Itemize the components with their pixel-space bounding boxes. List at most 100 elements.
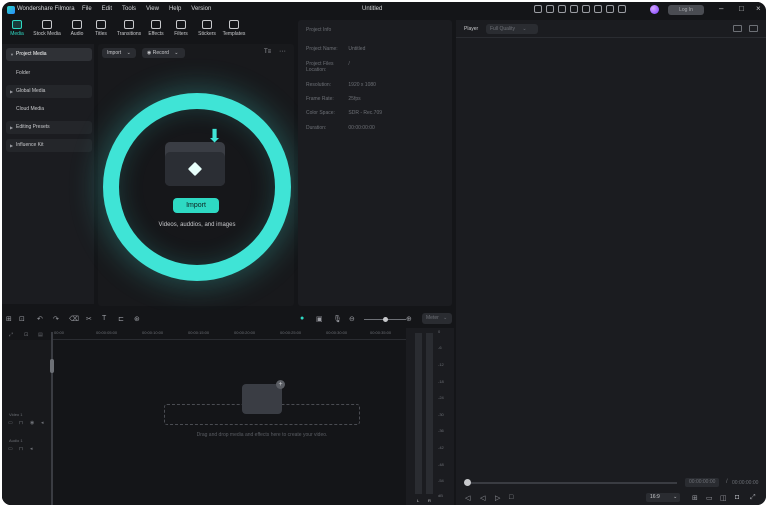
meter-dropdown[interactable]: Meter ⌄: [422, 313, 452, 324]
scrubber-handle[interactable]: [464, 479, 471, 486]
meter-scale-label: -24: [438, 395, 444, 400]
monitor-icon[interactable]: ▭: [706, 494, 713, 502]
add-track-icon[interactable]: ⤢: [9, 332, 13, 338]
maximize-icon[interactable]: □: [739, 5, 744, 13]
sidebar-item-global-media[interactable]: ▶ Global Media: [6, 85, 92, 98]
stop-icon[interactable]: □: [509, 494, 513, 501]
sidebar-item-editing-presets[interactable]: ▶ Editing Presets: [6, 121, 92, 134]
record-dropdown-label: Record: [152, 50, 169, 56]
tab-stickers[interactable]: Stickers: [194, 20, 220, 42]
sidebar-item-label: Project Media: [16, 51, 47, 57]
redo-icon[interactable]: ↷: [53, 315, 59, 323]
cloud-icon[interactable]: [594, 5, 602, 13]
close-icon[interactable]: ×: [756, 5, 761, 13]
microphone-icon[interactable]: 🎙: [333, 315, 342, 323]
tab-effects[interactable]: Effects: [143, 20, 169, 42]
cut-icon[interactable]: ✂: [86, 315, 92, 323]
zoom-in-icon[interactable]: ⊕: [406, 315, 412, 323]
info-value: 1920 x 1080: [348, 82, 376, 88]
import-ring: [103, 93, 291, 281]
send-icon[interactable]: [546, 5, 554, 13]
tab-transitions[interactable]: Transitions: [114, 20, 144, 42]
media-sidebar: [2, 44, 94, 304]
menu-help[interactable]: Help: [169, 6, 181, 12]
delete-icon[interactable]: ⌫: [69, 315, 79, 323]
track-settings-icon[interactable]: ▤: [38, 332, 43, 338]
mute-icon[interactable]: ◂: [30, 446, 33, 452]
menu-edit[interactable]: Edit: [102, 6, 112, 12]
import-dropdown[interactable]: Import ⌄: [102, 48, 136, 58]
text-icon[interactable]: T: [102, 315, 106, 322]
snapshot-icon[interactable]: [733, 25, 742, 32]
import-button[interactable]: Import: [173, 198, 219, 213]
menu-tools[interactable]: Tools: [122, 6, 136, 12]
ai-avatar-icon[interactable]: [650, 5, 659, 14]
previous-frame-icon[interactable]: ◁: [465, 494, 470, 502]
play-icon[interactable]: ▷: [495, 494, 500, 502]
more-options-icon[interactable]: ···: [279, 48, 286, 55]
meter-scale-label: -48: [438, 462, 444, 467]
tab-titles[interactable]: Titles: [88, 20, 114, 42]
project-info-title: Project Info: [306, 27, 332, 33]
info-value: 25fps: [348, 96, 361, 102]
playhead-handle[interactable]: [50, 359, 54, 373]
lock-icon[interactable]: ⊓: [19, 420, 23, 426]
tab-label: Titles: [95, 31, 107, 37]
meter-bar-left: [415, 333, 422, 494]
record-dropdown[interactable]: ◉ Record ⌄: [142, 48, 185, 58]
ruler-label: 00:00:20:00: [234, 330, 256, 335]
menu-version[interactable]: Version: [191, 6, 211, 12]
quality-dropdown[interactable]: Full Quality ⌄: [486, 24, 538, 34]
text-filter-icon[interactable]: T≡: [264, 49, 271, 55]
ruler-label: 00:00:35:00: [370, 330, 392, 335]
login-button[interactable]: Log In: [668, 5, 704, 15]
screen-icon[interactable]: [558, 5, 566, 13]
marker-icon[interactable]: ⊞: [692, 494, 698, 502]
minimize-icon[interactable]: –: [719, 5, 723, 13]
tab-filters[interactable]: Filters: [168, 20, 194, 42]
ai-toggle-icon[interactable]: ●: [300, 315, 304, 322]
menu-view[interactable]: View: [146, 6, 159, 12]
player-scrubber[interactable]: [467, 482, 677, 484]
playhead[interactable]: [51, 332, 53, 505]
sidebar-item-cloud-media[interactable]: Cloud Media: [6, 103, 92, 116]
tab-audio[interactable]: Audio: [64, 20, 90, 42]
menu-file[interactable]: File: [82, 6, 92, 12]
layout-icon[interactable]: ⊞: [6, 315, 12, 323]
sidebar-item-folder[interactable]: Folder: [6, 67, 92, 80]
sidebar-item-influence-kit[interactable]: ▶ Influence Kit: [6, 139, 92, 152]
undo-icon[interactable]: ↶: [37, 315, 43, 323]
zoom-slider-handle[interactable]: [383, 317, 388, 322]
tab-media[interactable]: Media: [4, 20, 30, 42]
home-icon[interactable]: [534, 5, 542, 13]
tab-stock-media[interactable]: Stock Media: [31, 20, 63, 42]
crop-icon[interactable]: ⊏: [118, 315, 124, 323]
plus-icon: +: [276, 380, 285, 389]
step-back-icon[interactable]: ◁: [480, 494, 485, 502]
color-match-icon[interactable]: ⊛: [134, 315, 140, 323]
tab-templates[interactable]: Templates: [220, 20, 248, 42]
quality-label: Full Quality: [490, 26, 516, 32]
display-icon[interactable]: [570, 5, 578, 13]
folder-icon[interactable]: ▭: [8, 446, 13, 452]
meter-scale-label: -54: [438, 478, 444, 483]
document-title: Untitled: [362, 6, 383, 12]
aspect-ratio-dropdown[interactable]: 16:9 ⌄: [646, 493, 680, 502]
save-icon[interactable]: [582, 5, 590, 13]
sidebar-item-label: Editing Presets: [16, 124, 50, 130]
camera-icon[interactable]: ◘: [735, 494, 739, 501]
preview-settings-icon[interactable]: [749, 25, 758, 32]
notification-icon[interactable]: [618, 5, 626, 13]
folder-icon[interactable]: ▭: [8, 420, 13, 426]
eye-icon[interactable]: ◉: [30, 420, 34, 426]
audio-output-icon[interactable]: ◫: [720, 494, 727, 502]
fullscreen-icon[interactable]: ⤢: [750, 494, 756, 502]
sidebar-item-project-media[interactable]: ▼ Project Media: [6, 48, 92, 61]
select-tool-icon[interactable]: ⊡: [19, 315, 25, 323]
lock-icon[interactable]: ⊓: [19, 446, 23, 452]
zoom-out-icon[interactable]: ⊖: [349, 315, 355, 323]
audio-icon[interactable]: ◂: [41, 420, 44, 426]
link-icon[interactable]: ⊡: [24, 332, 28, 338]
render-preview-icon[interactable]: ▣: [316, 315, 323, 323]
headset-icon[interactable]: [606, 5, 614, 13]
